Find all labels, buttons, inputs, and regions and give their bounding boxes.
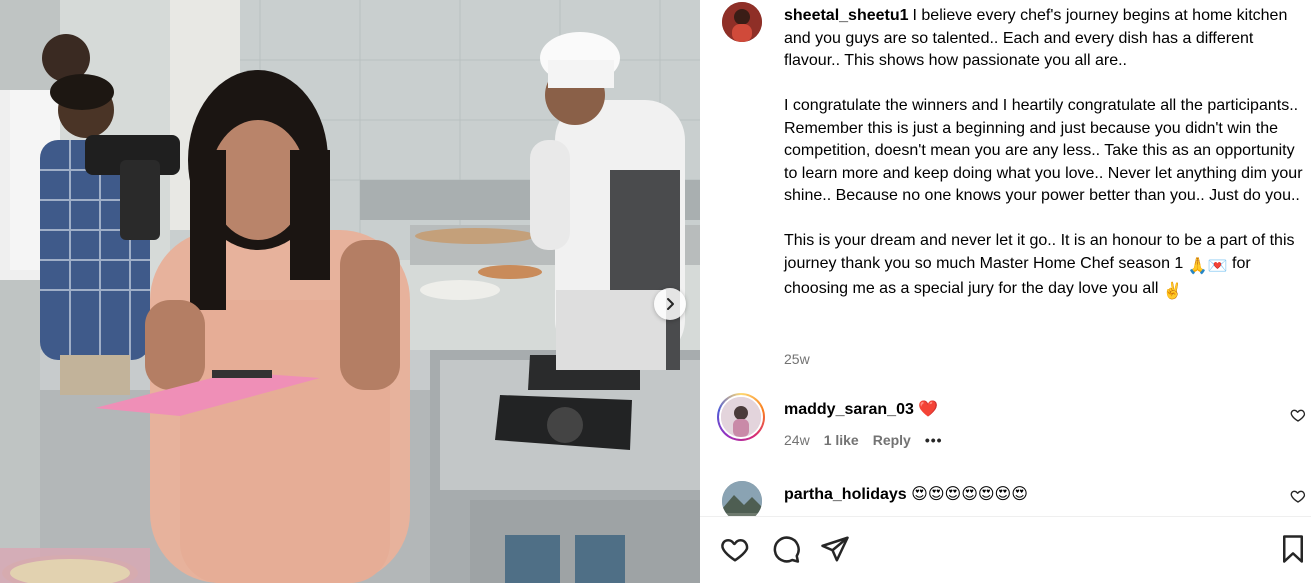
comment-text: maddy_saran_03 ❤️	[784, 399, 938, 419]
author-avatar-image	[722, 2, 762, 42]
like-heart-icon[interactable]	[720, 534, 750, 564]
kitchen-scene-image	[0, 0, 700, 583]
comment-body: 😍😍😍😍😍😍😍	[911, 486, 1028, 503]
caption-text: sheetal_sheetu1 I believe every chef's jo…	[784, 5, 1304, 304]
author-avatar[interactable]	[722, 2, 762, 42]
carousel-next-button[interactable]	[654, 288, 686, 320]
post-timestamp[interactable]: 25w	[784, 351, 810, 367]
heart-letter-emoji-icon: 💌	[1207, 257, 1228, 275]
comment-bubble-icon[interactable]	[771, 534, 801, 564]
comment-like-heart-icon[interactable]	[1290, 488, 1306, 504]
actions-divider	[700, 516, 1311, 517]
comment-reply-button[interactable]: Reply	[873, 432, 911, 448]
comment-body: ❤️	[918, 401, 939, 418]
victory-hand-emoji-icon: ✌️	[1162, 283, 1183, 300]
post-action-bar	[720, 534, 1303, 568]
caption-paragraph-2: I congratulate the winners and I heartil…	[784, 97, 1307, 204]
comment-username[interactable]: partha_holidays	[784, 486, 907, 503]
commenter-avatar-image	[722, 481, 762, 516]
commenter-avatar[interactable]	[722, 481, 762, 516]
folded-hands-emoji-icon: 🙏	[1187, 257, 1208, 275]
commenter-avatar-image	[721, 397, 761, 437]
post-photo	[0, 0, 700, 583]
save-bookmark-icon[interactable]	[1278, 534, 1308, 564]
comment-like-count[interactable]: 1 like	[824, 432, 859, 448]
share-paper-plane-icon[interactable]	[820, 534, 850, 564]
comments-scroll-area[interactable]: sheetal_sheetu1 I believe every chef's jo…	[700, 0, 1311, 516]
commenter-avatar-story-ring[interactable]	[717, 393, 765, 441]
post-details-panel: sheetal_sheetu1 I believe every chef's jo…	[700, 0, 1311, 583]
comment-more-options-button[interactable]: •••	[925, 432, 943, 448]
comment-username[interactable]: maddy_saran_03	[784, 401, 914, 418]
chevron-right-icon	[667, 298, 674, 310]
comment-meta: 24w 1 like Reply •••	[784, 432, 943, 448]
comment-like-heart-icon[interactable]	[1290, 407, 1306, 423]
author-username[interactable]: sheetal_sheetu1	[784, 7, 909, 24]
comment-text: partha_holidays 😍😍😍😍😍😍😍	[784, 484, 1028, 504]
comment-timestamp[interactable]: 24w	[784, 432, 810, 448]
